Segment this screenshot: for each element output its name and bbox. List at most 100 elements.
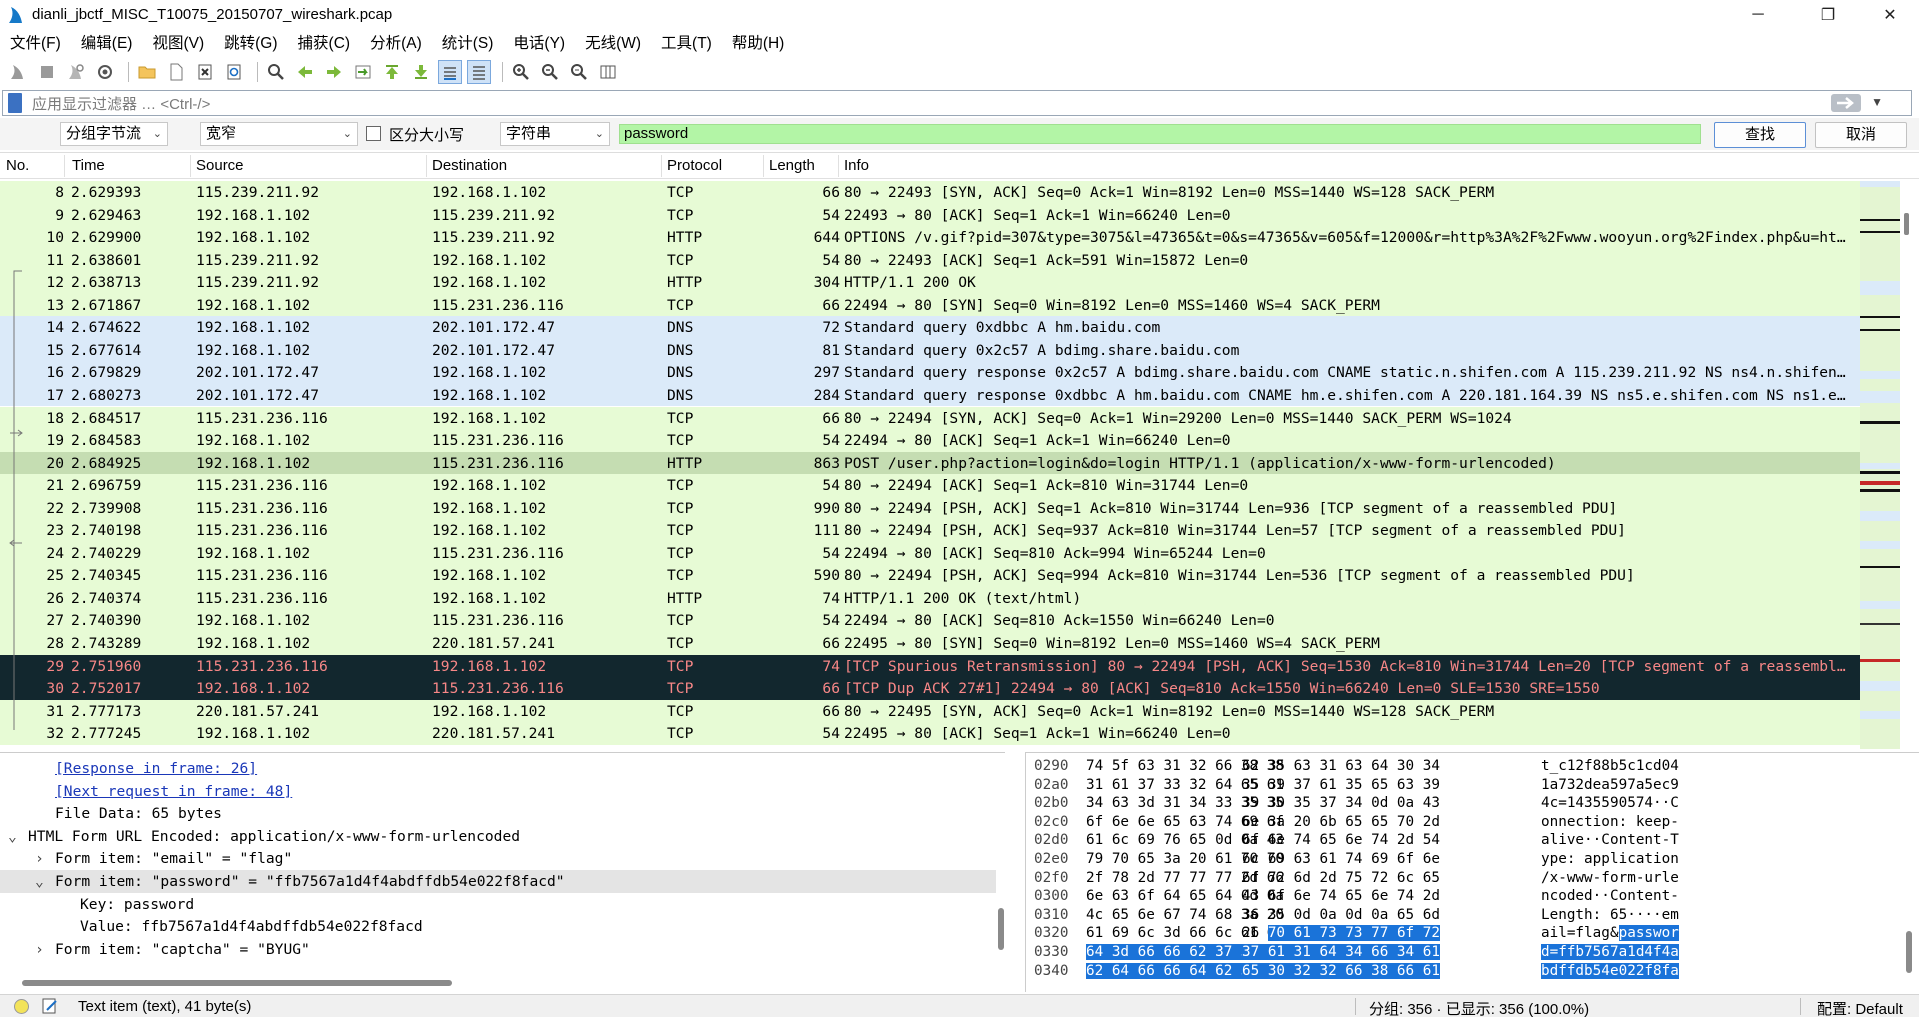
expand-arrow-icon[interactable]: › bbox=[35, 850, 44, 867]
hex-row[interactable]: 02a0 31 61 37 33 32 64 65 61 35 39 37 61 3… bbox=[1026, 776, 1906, 795]
frame-link[interactable]: [Next request in frame: 48] bbox=[55, 783, 292, 800]
char-width-select[interactable]: 宽窄 ⌄ bbox=[200, 122, 358, 146]
save-file-button[interactable] bbox=[164, 60, 188, 84]
menu-view[interactable]: 视图(V) bbox=[142, 31, 214, 53]
menu-edit[interactable]: 编辑(E) bbox=[71, 31, 143, 53]
colorize-button[interactable] bbox=[467, 60, 491, 84]
open-file-button[interactable] bbox=[135, 60, 159, 84]
detail-row[interactable]: ⌄ HTML Form URL Encoded: application/x-ww… bbox=[0, 825, 996, 848]
search-type-select[interactable]: 字符串 ⌄ bbox=[500, 122, 610, 146]
packet-row[interactable]: 10 2.629900 192.168.1.102 115.239.211.92 HTT… bbox=[0, 226, 1860, 249]
detail-row[interactable]: ⌄ Form item: "password" = "ffb7567a1d4f4a… bbox=[0, 870, 996, 893]
autoscroll-button[interactable] bbox=[438, 60, 462, 84]
hex-row[interactable]: 0300 6e 63 6f 64 65 64 0d 0a 43 6f 6e 74 6… bbox=[1026, 887, 1906, 906]
packet-row[interactable]: 25 2.740345 115.231.236.116 192.168.1.102 TC… bbox=[0, 564, 1860, 587]
menu-help[interactable]: 帮助(H) bbox=[722, 31, 795, 53]
detail-row[interactable]: › Form item: "captcha" = "BYUG" bbox=[0, 938, 996, 961]
close-button[interactable]: ✕ bbox=[1862, 0, 1918, 29]
go-back-button[interactable] bbox=[293, 60, 317, 84]
scrollbar-thumb[interactable] bbox=[1904, 213, 1909, 235]
packet-row[interactable]: 23 2.740198 115.231.236.116 192.168.1.102 TC… bbox=[0, 519, 1860, 542]
hex-row[interactable]: 02d0 61 6c 69 76 65 0d 0a 43 6f 6e 74 65 6… bbox=[1026, 831, 1906, 850]
zoom-out-button[interactable] bbox=[538, 60, 562, 84]
find-packet-button[interactable] bbox=[264, 60, 288, 84]
detail-row[interactable]: [Response in frame: 26] bbox=[0, 757, 996, 780]
collapse-arrow-icon[interactable]: ⌄ bbox=[8, 828, 17, 845]
expert-info-icon[interactable] bbox=[14, 999, 29, 1014]
column-no[interactable]: No. bbox=[0, 157, 29, 174]
packet-list-scrollbar[interactable] bbox=[1903, 183, 1911, 749]
packet-row[interactable]: 14 2.674622 192.168.1.102 202.101.172.47 DNS… bbox=[0, 316, 1860, 339]
stop-capture-button[interactable] bbox=[35, 60, 59, 84]
reload-file-button[interactable] bbox=[222, 60, 246, 84]
details-vertical-scrollbar[interactable] bbox=[998, 908, 1004, 950]
packet-row[interactable]: 13 2.671867 192.168.1.102 115.231.236.116 TC… bbox=[0, 293, 1860, 317]
start-capture-button[interactable] bbox=[6, 60, 30, 84]
detail-row[interactable]: File Data: 65 bytes bbox=[0, 802, 996, 825]
close-file-button[interactable] bbox=[193, 60, 217, 84]
packet-row[interactable]: 27 2.740390 192.168.1.102 115.231.236.116 TC… bbox=[0, 609, 1860, 632]
packet-row[interactable]: 32 2.777245 192.168.1.102 220.181.57.241 TCP… bbox=[0, 722, 1860, 745]
restart-capture-button[interactable] bbox=[64, 60, 88, 84]
menu-analyze[interactable]: 分析(A) bbox=[360, 31, 432, 53]
hex-row[interactable]: 02f0 2f 78 2d 77 77 77 2d 66 6f 72 6d 2d 7… bbox=[1026, 869, 1906, 888]
menu-statistics[interactable]: 统计(S) bbox=[432, 31, 504, 53]
detail-row[interactable]: › Form item: "email" = "flag" bbox=[0, 847, 996, 870]
zoom-in-button[interactable] bbox=[509, 60, 533, 84]
column-source[interactable]: Source bbox=[190, 157, 244, 174]
packet-row[interactable]: 21 2.696759 115.231.236.116 192.168.1.102 TC… bbox=[0, 474, 1860, 497]
packet-row[interactable]: 12 2.638713 115.239.211.92 192.168.1.102 HTT… bbox=[0, 271, 1860, 294]
packet-row[interactable]: 18 2.684517 115.231.236.116 192.168.1.102 TC… bbox=[0, 406, 1860, 429]
menu-file[interactable]: 文件(F) bbox=[0, 31, 71, 53]
menu-tools[interactable]: 工具(T) bbox=[651, 31, 722, 53]
menu-wireless[interactable]: 无线(W) bbox=[575, 31, 651, 53]
packet-row[interactable]: 9 2.629463 192.168.1.102 115.239.211.92 TCP 5… bbox=[0, 203, 1860, 227]
capture-options-button[interactable] bbox=[93, 60, 117, 84]
packet-row[interactable]: 15 2.677614 192.168.1.102 202.101.172.47 DNS… bbox=[0, 338, 1860, 362]
search-in-select[interactable]: 分组字节流 ⌄ bbox=[60, 122, 168, 146]
packet-row[interactable]: 29 2.751960 115.231.236.116 192.168.1.102 TC… bbox=[0, 654, 1860, 678]
frame-link[interactable]: [Response in frame: 26] bbox=[55, 760, 257, 777]
packet-row[interactable]: 22 2.739908 115.231.236.116 192.168.1.102 TC… bbox=[0, 496, 1860, 520]
menu-capture[interactable]: 捕获(C) bbox=[288, 31, 361, 53]
hex-row[interactable]: 0340 62 64 66 66 64 62 35 34 65 30 32 32 6… bbox=[1026, 962, 1906, 981]
column-time[interactable]: Time bbox=[66, 157, 105, 174]
maximize-button[interactable]: ❐ bbox=[1800, 0, 1856, 29]
details-horizontal-scrollbar[interactable] bbox=[22, 980, 452, 986]
collapse-arrow-icon[interactable]: ⌄ bbox=[35, 873, 44, 890]
hex-row[interactable]: 0320 61 69 6c 3d 66 6c 61 67 26 70 61 73 7… bbox=[1026, 924, 1906, 943]
status-profile[interactable]: 配置: Default bbox=[1817, 998, 1903, 1017]
expand-arrow-icon[interactable]: › bbox=[35, 941, 44, 958]
last-packet-button[interactable] bbox=[409, 60, 433, 84]
apply-filter-button[interactable] bbox=[1831, 94, 1861, 112]
detail-row[interactable]: [Next request in frame: 48] bbox=[0, 780, 996, 803]
packet-row[interactable]: 16 2.679829 202.101.172.47 192.168.1.102 DNS… bbox=[0, 361, 1860, 384]
resize-columns-button[interactable] bbox=[596, 60, 620, 84]
packet-row[interactable]: 11 2.638601 115.239.211.92 192.168.1.102 TCP… bbox=[0, 248, 1860, 272]
display-filter-input[interactable]: 应用显示过滤器 … <Ctrl-/> bbox=[32, 93, 210, 114]
hex-row[interactable]: 0290 74 5f 63 31 32 66 38 38 62 35 63 31 6… bbox=[1026, 757, 1906, 776]
find-button[interactable]: 查找 bbox=[1714, 122, 1806, 148]
column-length[interactable]: Length bbox=[763, 157, 815, 174]
column-info[interactable]: Info bbox=[838, 157, 869, 174]
hex-row[interactable]: 0310 4c 65 6e 67 74 68 3a 20 36 35 0d 0a 0… bbox=[1026, 906, 1906, 925]
packet-row[interactable]: 28 2.743289 192.168.1.102 220.181.57.241 TCP… bbox=[0, 632, 1860, 655]
hex-row[interactable]: 02e0 79 70 65 3a 20 61 70 70 6c 69 63 61 7… bbox=[1026, 850, 1906, 869]
normal-size-button[interactable] bbox=[567, 60, 591, 84]
packet-row[interactable]: 26 2.740374 115.231.236.116 192.168.1.102 HT… bbox=[0, 586, 1860, 610]
packet-minimap[interactable] bbox=[1860, 181, 1900, 749]
hex-row[interactable]: 02b0 34 63 3d 31 34 33 35 35 39 30 35 37 3… bbox=[1026, 794, 1906, 813]
packet-row[interactable]: 20 2.684925 192.168.1.102 115.231.236.116 HT… bbox=[0, 451, 1860, 475]
menu-telephony[interactable]: 电话(Y) bbox=[503, 31, 575, 53]
packet-row[interactable]: 8 2.629393 115.239.211.92 192.168.1.102 TCP 6… bbox=[0, 181, 1860, 204]
packet-row[interactable]: 30 2.752017 192.168.1.102 115.231.236.116 TC… bbox=[0, 677, 1860, 700]
bookmark-icon[interactable] bbox=[8, 93, 22, 113]
edit-comment-icon[interactable] bbox=[41, 997, 59, 1015]
column-destination[interactable]: Destination bbox=[426, 157, 507, 174]
find-query-input[interactable]: password bbox=[619, 124, 1701, 144]
detail-row[interactable]: Key: password bbox=[0, 893, 996, 916]
packet-row[interactable]: 19 2.684583 192.168.1.102 115.231.236.116 TC… bbox=[0, 429, 1860, 452]
packet-row[interactable]: 24 2.740229 192.168.1.102 115.231.236.116 TC… bbox=[0, 541, 1860, 565]
packet-row[interactable]: 17 2.680273 202.101.172.47 192.168.1.102 DNS… bbox=[0, 383, 1860, 407]
go-forward-button[interactable] bbox=[322, 60, 346, 84]
